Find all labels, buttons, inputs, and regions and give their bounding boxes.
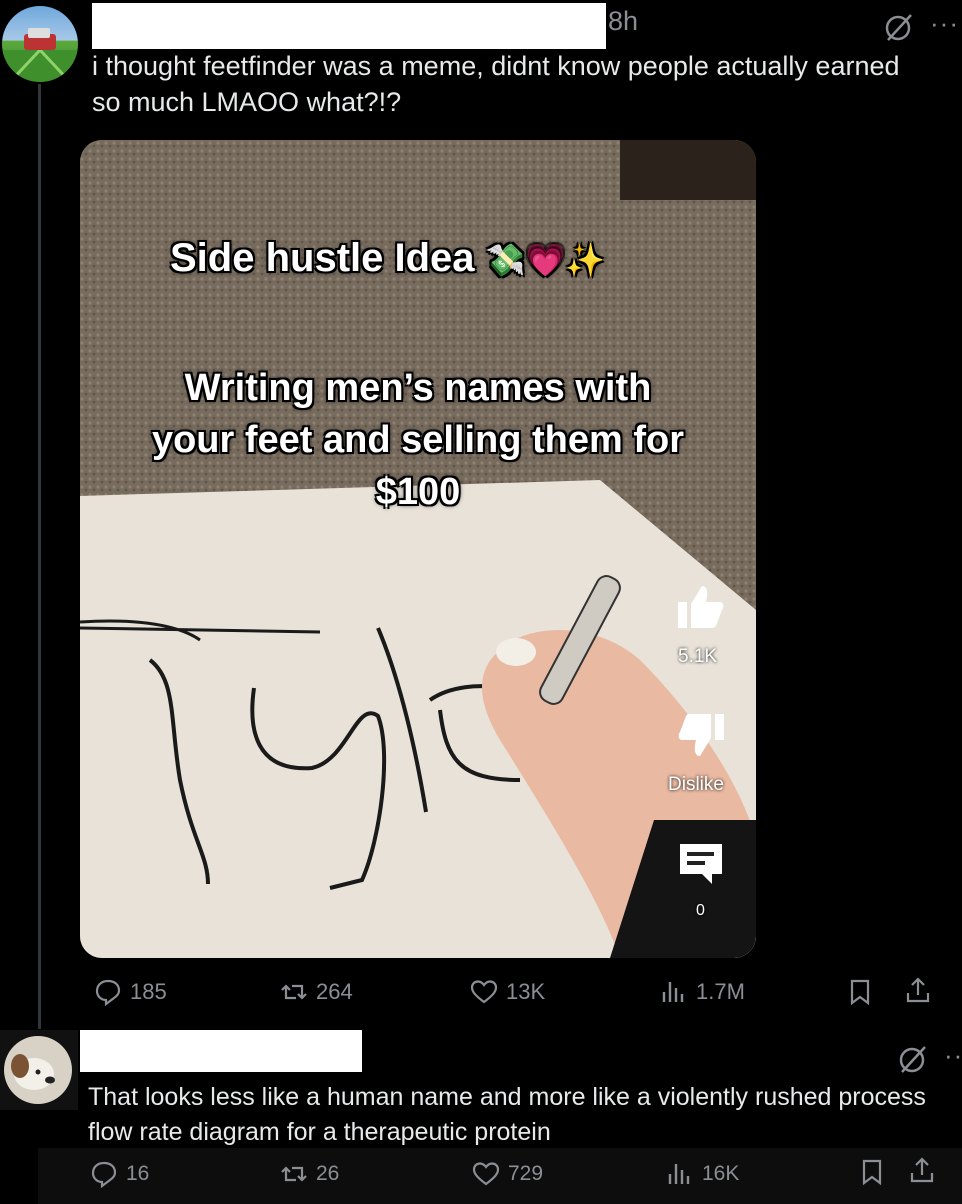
avatar-image xyxy=(2,28,78,82)
more-options-button[interactable]: ··· xyxy=(930,8,959,39)
thread-line xyxy=(38,84,41,1029)
repost-icon xyxy=(281,1166,307,1182)
reply-more-options-button[interactable]: ·· xyxy=(944,1040,962,1071)
repost-count: 264 xyxy=(316,979,353,1004)
reply-text: That looks less like a human name and mo… xyxy=(88,1080,962,1150)
thumbs-up-icon[interactable] xyxy=(676,584,726,630)
bookmark-icon xyxy=(862,1159,882,1186)
share-button[interactable] xyxy=(904,976,940,1004)
like-count-label: 5.1K xyxy=(678,646,718,667)
heart-icon xyxy=(472,1162,500,1186)
reply-icon xyxy=(95,979,121,1006)
like-count: 13K xyxy=(506,979,546,1004)
repost-icon xyxy=(281,984,307,1000)
reply-like-button[interactable]: 729 xyxy=(472,1160,543,1188)
reply-share-button[interactable] xyxy=(908,1156,944,1184)
reply-count: 185 xyxy=(130,979,167,1004)
reply-reply-button[interactable]: 16 xyxy=(90,1160,149,1188)
bookmark-button[interactable] xyxy=(846,978,882,1006)
share-icon xyxy=(910,1157,934,1183)
overlay-caption-line: $100 xyxy=(375,471,461,513)
grok-icon[interactable] xyxy=(884,12,914,42)
thumbs-down-icon[interactable] xyxy=(676,712,726,758)
post-text: i thought feetfinder was a meme, didnt k… xyxy=(92,51,900,117)
avatar-image xyxy=(11,1054,55,1090)
reply-author-avatar[interactable] xyxy=(4,1036,72,1104)
heart-icon xyxy=(470,980,498,1004)
comment-icon[interactable] xyxy=(678,840,724,886)
like-button[interactable]: 13K xyxy=(470,978,545,1006)
author-name-redacted xyxy=(92,3,606,49)
overlay-caption-line: Writing men’s names with xyxy=(184,367,652,409)
views-count: 1.7M xyxy=(696,979,745,1004)
reply-count: 16 xyxy=(126,1162,150,1185)
post-media-video[interactable]: Side hustle Idea 💸💗✨ Writing men’s names… xyxy=(80,140,756,958)
share-icon xyxy=(906,977,930,1003)
views-icon xyxy=(662,982,684,1002)
dislike-label: Dislike xyxy=(668,774,724,795)
bookmark-icon xyxy=(850,979,870,1006)
views-count: 16K xyxy=(702,1162,740,1185)
author-avatar[interactable] xyxy=(2,6,78,82)
overlay-emoji: 💸💗✨ xyxy=(485,242,606,278)
reply-views-button[interactable]: 16K xyxy=(666,1160,739,1188)
reply-repost-button[interactable]: 26 xyxy=(280,1160,339,1188)
reply-text-line: That looks less like a human name and mo… xyxy=(88,1083,926,1111)
overlay-caption-line: your feet and selling them for xyxy=(151,419,685,461)
reply-icon xyxy=(91,1161,117,1188)
reply-bookmark-button[interactable] xyxy=(858,1158,894,1186)
like-count: 729 xyxy=(508,1162,544,1185)
comment-count-label: 0 xyxy=(696,902,705,919)
overlay-heading: Side hustle Idea 💸💗✨ xyxy=(170,236,605,281)
reply-text-line: flow rate diagram for a therapeutic prot… xyxy=(88,1118,551,1146)
repost-button[interactable]: 264 xyxy=(280,978,353,1006)
reply-button[interactable]: 185 xyxy=(94,978,167,1006)
overlay-heading-text: Side hustle Idea xyxy=(170,236,475,280)
repost-count: 26 xyxy=(316,1162,340,1185)
views-icon xyxy=(668,1164,690,1184)
post-timestamp[interactable]: 8h xyxy=(608,6,638,37)
grok-icon[interactable] xyxy=(898,1044,928,1074)
views-button[interactable]: 1.7M xyxy=(660,978,745,1006)
overlay-caption: Writing men’s names with your feet and s… xyxy=(80,362,756,518)
reply-author-name-redacted xyxy=(80,1030,362,1072)
